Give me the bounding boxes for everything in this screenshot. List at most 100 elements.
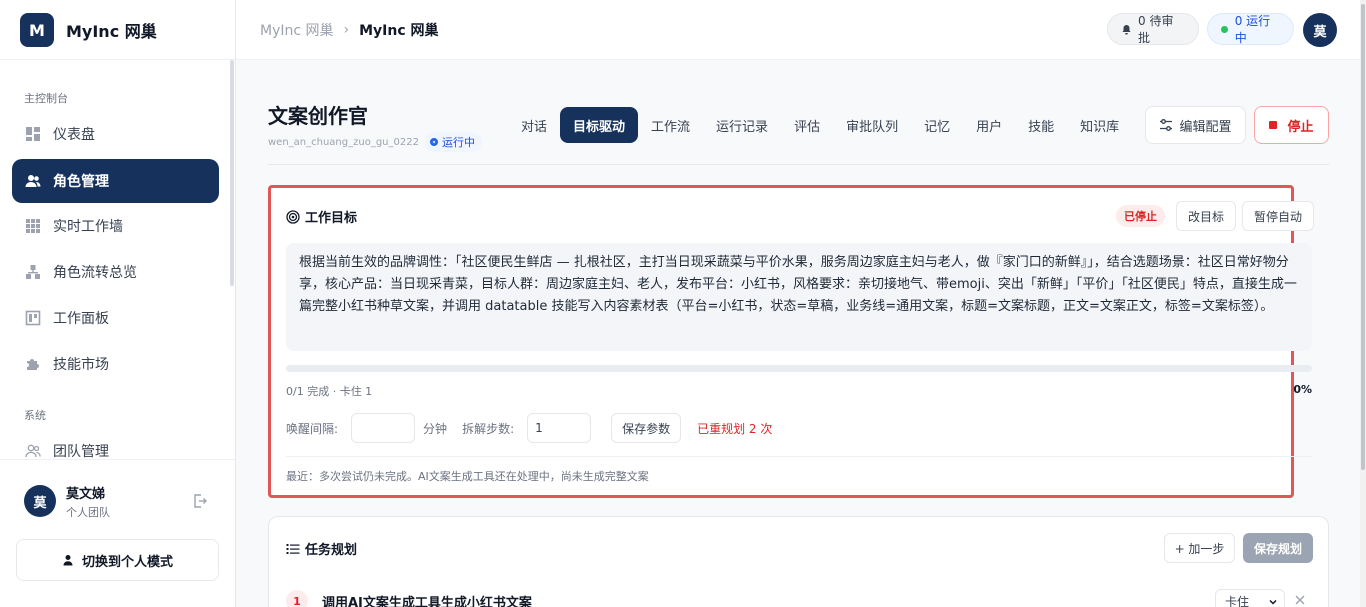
tab-workflow[interactable]: 工作流 (638, 107, 703, 143)
tab-skills[interactable]: 技能 (1015, 107, 1067, 143)
close-icon[interactable] (1293, 593, 1307, 607)
sidebar-item-roles[interactable]: 角色管理 (12, 159, 219, 203)
add-step-button[interactable]: + 加一步 (1164, 533, 1235, 563)
goal-card: 工作目标 已停止 改目标 暂停自动 根据当前生效的品牌调性：「社区便民生鲜店 —… (268, 185, 1314, 498)
sidebar-item-work-panel[interactable]: 工作面板 (12, 296, 219, 340)
goal-card-divider (286, 456, 1312, 457)
pause-auto-button[interactable]: 暂停自动 (1242, 201, 1314, 231)
split-steps-input[interactable]: 1 (527, 413, 592, 443)
edit-config-button[interactable]: 编辑配置 (1145, 106, 1246, 144)
tab-memory[interactable]: 记忆 (911, 107, 963, 143)
sidebar-item-dashboard[interactable]: 仪表盘 (12, 112, 219, 156)
wake-interval-unit: 分钟 (423, 421, 448, 436)
status-badge: 运行中 (424, 132, 482, 152)
sidebar-item-skill-market[interactable]: 技能市场 (12, 342, 219, 386)
sidebar-scrollbar[interactable] (230, 60, 234, 286)
sliders-icon (1159, 118, 1173, 132)
page-title: 文案创作官 (268, 104, 368, 128)
sidebar: M MyInc 网巢 主控制台 仪表盘 角色管理 实时工作墙 角色流转总览 工作… (0, 0, 236, 607)
running-dot-icon (1221, 25, 1228, 33)
sidebar-item-label: 角色管理 (53, 174, 109, 190)
person-icon (62, 554, 74, 566)
sidebar-item-role-flow[interactable]: 角色流转总览 (12, 250, 219, 294)
section-label-main: 主控制台 (24, 92, 68, 105)
tab-run-history[interactable]: 运行记录 (703, 107, 781, 143)
goal-progress-text: 0/1 完成 · 卡住 1 (286, 385, 373, 398)
panel-icon (25, 310, 41, 326)
goal-description: 根据当前生效的品牌调性：「社区便民生鲜店 — 扎根社区，主打当日现采蔬菜与平价水… (286, 243, 1312, 351)
running-count-label: 0 运行中 (1234, 14, 1271, 45)
chevron-down-icon (1268, 596, 1278, 606)
bell-icon (1121, 24, 1132, 35)
wake-interval-label: 唤醒间隔: (286, 421, 339, 436)
stop-button[interactable]: 停止 (1254, 106, 1329, 144)
brand-divider (0, 59, 235, 60)
status-badge-label: 运行中 (441, 136, 475, 149)
stop-label: 停止 (1287, 119, 1314, 135)
goal-recent-status: 最近：多次尝试仍未完成。AI文案生成工具还在处理中，尚未生成完整文案 (286, 470, 649, 483)
goal-card-title: 工作目标 (286, 207, 357, 226)
sidebar-item-label: 仪表盘 (53, 127, 95, 143)
puzzle-icon (25, 356, 41, 372)
step-label[interactable]: 调用AI文案生成工具生成小红书文案 (322, 592, 532, 607)
goal-title-label: 工作目标 (305, 211, 358, 226)
header-divider (268, 164, 1329, 165)
tab-chat[interactable]: 对话 (508, 107, 560, 143)
split-steps-label: 拆解步数: (462, 421, 515, 436)
tab-users[interactable]: 用户 (963, 107, 1015, 143)
agent-tabs: 对话 目标驱动 工作流 运行记录 评估 审批队列 记忆 用户 技能 知识库 (508, 107, 1132, 143)
save-plan-button[interactable]: 保存规划 (1243, 533, 1313, 563)
goal-progress-bar (286, 365, 1312, 372)
pending-approvals-pill[interactable]: 0 待审批 (1107, 13, 1199, 45)
breadcrumb-parent[interactable]: MyInc 网巢 (260, 20, 334, 40)
breadcrumb-separator: › (343, 22, 350, 38)
running-count-pill[interactable]: 0 运行中 (1207, 13, 1294, 45)
sidebar-item-label: 团队管理 (53, 444, 109, 460)
brand-logo: M (20, 13, 54, 47)
sidebar-item-label: 实时工作墙 (53, 219, 123, 235)
top-avatar[interactable]: 莫 (1303, 13, 1337, 47)
task-step-row: 1 调用AI文案生成工具生成小红书文案 卡住 (286, 589, 1316, 607)
step-number: 1 (286, 590, 308, 607)
edit-config-label: 编辑配置 (1179, 119, 1232, 135)
sidebar-item-live-wall[interactable]: 实时工作墙 (12, 204, 219, 248)
logout-icon[interactable] (192, 493, 208, 509)
stop-icon (1269, 121, 1278, 129)
flow-icon (25, 264, 41, 280)
brand-name: MyInc 网巢 (66, 22, 157, 41)
breadcrumb-current: MyInc 网巢 (359, 23, 439, 39)
grid-icon (25, 218, 41, 234)
target-icon (286, 209, 300, 224)
task-plan-title: 任务规划 (286, 539, 357, 558)
tab-approval-queue[interactable]: 审批队列 (833, 107, 911, 143)
status-dot-icon (429, 138, 438, 146)
dashboard-icon (25, 126, 41, 142)
sidebar-item-label: 技能市场 (53, 357, 109, 373)
tab-goal-driven[interactable]: 目标驱动 (560, 107, 639, 143)
agent-slug: wen_an_chuang_zuo_gu_0222 (268, 136, 419, 148)
tab-evaluation[interactable]: 评估 (781, 107, 833, 143)
user-team: 个人团队 (66, 505, 110, 519)
switch-personal-mode-button[interactable]: 切换到个人模式 (16, 539, 219, 581)
user-row: 莫 莫文娣 个人团队 (24, 483, 214, 520)
user-info: 莫文娣 个人团队 (66, 483, 110, 520)
step-status-value: 卡住 (1225, 594, 1250, 607)
sidebar-item-label: 角色流转总览 (53, 265, 137, 281)
main-scrollbar[interactable] (1360, 0, 1366, 607)
avatar[interactable]: 莫 (24, 485, 56, 517)
wake-interval-input[interactable] (351, 413, 416, 443)
user-name: 莫文娣 (66, 486, 106, 502)
task-plan-title-label: 任务规划 (305, 543, 358, 558)
brand[interactable]: M MyInc 网巢 (20, 12, 157, 48)
change-goal-button[interactable]: 改目标 (1176, 201, 1236, 231)
tab-knowledge[interactable]: 知识库 (1067, 107, 1132, 143)
step-status-select[interactable]: 卡住 (1215, 589, 1285, 607)
breadcrumb: MyInc 网巢 › MyInc 网巢 (260, 20, 439, 40)
team-icon (25, 443, 41, 459)
main-scrollbar-thumb[interactable] (1361, 4, 1365, 470)
goal-progress-percent: 0% (1293, 383, 1312, 396)
sidebar-bottom-divider (0, 459, 235, 460)
save-params-button[interactable]: 保存参数 (611, 413, 682, 443)
sidebar-item-team[interactable]: 团队管理 (12, 429, 219, 473)
topbar: MyInc 网巢 › MyInc 网巢 0 待审批 0 运行中 莫 (236, 0, 1360, 60)
